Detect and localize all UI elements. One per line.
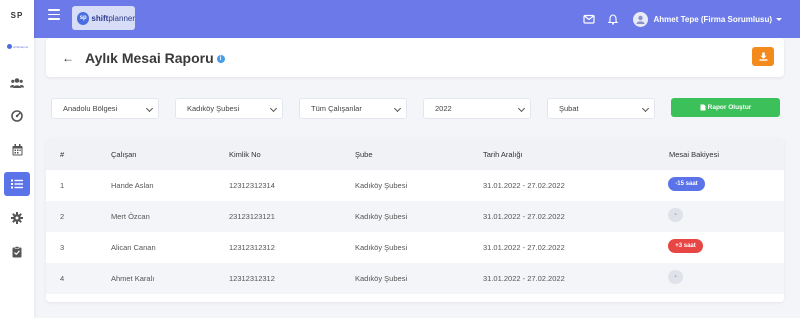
sidebar-item-users[interactable] bbox=[4, 71, 30, 95]
user-icon bbox=[636, 15, 645, 24]
chevron-down-icon[interactable] bbox=[776, 17, 782, 21]
user-name[interactable]: Ahmet Tepe (Firma Sorumlusu) bbox=[653, 15, 772, 24]
balance-badge: -15 saat bbox=[668, 177, 705, 191]
chevron-down-icon bbox=[145, 104, 154, 113]
chevron-down-icon bbox=[517, 104, 526, 113]
logo-text: shiftplanner bbox=[91, 13, 135, 23]
cell-id: 12312312312 bbox=[229, 243, 275, 252]
menu-toggle-icon[interactable] bbox=[48, 9, 60, 21]
cell-num: 1 bbox=[60, 181, 65, 190]
sidebar: SP shiftplanner bbox=[0, 0, 34, 318]
cell-employee: Ahmet Karalı bbox=[111, 274, 155, 283]
year-select[interactable]: 2022 bbox=[423, 98, 531, 119]
info-icon[interactable]: i bbox=[216, 55, 225, 64]
cell-employee: Mert Özcan bbox=[111, 212, 150, 221]
cell-branch: Kadıköy Şubesi bbox=[355, 243, 408, 252]
table-row[interactable]: 2 Mert Özcan 23123123121 Kadıköy Şubesi … bbox=[46, 201, 784, 232]
cell-date-range: 31.01.2022 - 27.02.2022 bbox=[483, 243, 565, 252]
table-row[interactable]: 1 Hande Aslan 12312312314 Kadıköy Şubesi… bbox=[46, 170, 784, 201]
table-row[interactable]: 3 Alican Canan 12312312312 Kadıköy Şubes… bbox=[46, 232, 784, 263]
sidebar-item-dashboard[interactable] bbox=[4, 104, 30, 128]
cell-branch: Kadıköy Şubesi bbox=[355, 212, 408, 221]
cell-id: 12312312314 bbox=[229, 181, 275, 190]
users-icon bbox=[10, 78, 24, 88]
top-header: sp shiftplanner Ahmet Tepe (Firma Soruml… bbox=[34, 0, 800, 38]
report-table: # Çalışan Kimlik No Şube Tarih Aralığı M… bbox=[46, 138, 784, 302]
filter-bar: Anadolu Bölgesi Kadıköy Şubesi Tüm Çalış… bbox=[46, 92, 784, 122]
cell-employee: Alican Canan bbox=[111, 243, 156, 252]
region-select[interactable]: Anadolu Bölgesi bbox=[51, 98, 159, 119]
cell-num: 3 bbox=[60, 243, 65, 252]
brand-text: shiftplanner bbox=[13, 44, 29, 49]
cell-branch: Kadıköy Şubesi bbox=[355, 181, 408, 190]
sidebar-item-settings[interactable] bbox=[4, 206, 30, 230]
cell-employee: Hande Aslan bbox=[111, 181, 154, 190]
cell-id: 12312312312 bbox=[229, 274, 275, 283]
month-select[interactable]: Şubat bbox=[547, 98, 655, 119]
sidebar-item-calendar[interactable] bbox=[4, 138, 30, 162]
col-header-date-range: Tarih Aralığı bbox=[483, 150, 523, 159]
avatar[interactable] bbox=[633, 11, 649, 27]
cell-num: 4 bbox=[60, 274, 65, 283]
file-icon bbox=[700, 104, 706, 111]
col-header-balance: Mesai Bakiyesi bbox=[669, 150, 720, 159]
chevron-down-icon bbox=[641, 104, 650, 113]
cell-date-range: 31.01.2022 - 27.02.2022 bbox=[483, 181, 565, 190]
create-report-button[interactable]: Rapor Oluştur bbox=[671, 98, 780, 117]
sidebar-logo[interactable]: SP bbox=[0, 11, 34, 20]
balance-badge: - bbox=[668, 208, 683, 222]
cell-date-range: 31.01.2022 - 27.02.2022 bbox=[483, 212, 565, 221]
page-title: Aylık Mesai Raporu i bbox=[85, 50, 225, 66]
balance-badge: - bbox=[668, 270, 683, 284]
chevron-down-icon bbox=[269, 104, 278, 113]
brand-dot-icon bbox=[7, 44, 12, 49]
employee-select[interactable]: Tüm Çalışanlar bbox=[299, 98, 407, 119]
page-header-card: ← Aylık Mesai Raporu i bbox=[46, 38, 784, 77]
download-icon bbox=[759, 52, 767, 61]
cell-branch: Kadıköy Şubesi bbox=[355, 274, 408, 283]
col-header-employee: Çalışan bbox=[111, 150, 137, 159]
chevron-down-icon bbox=[393, 104, 402, 113]
table-header: # Çalışan Kimlik No Şube Tarih Aralığı M… bbox=[46, 138, 784, 170]
settings-icon bbox=[11, 212, 23, 224]
clipboard-check-icon bbox=[12, 246, 22, 258]
col-header-id: Kimlik No bbox=[229, 150, 261, 159]
balance-badge: +3 saat bbox=[668, 239, 703, 253]
table-row[interactable]: 4 Ahmet Karalı 12312312312 Kadıköy Şubes… bbox=[46, 263, 784, 294]
sidebar-brand: shiftplanner bbox=[7, 44, 29, 49]
sidebar-item-tasks[interactable] bbox=[4, 240, 30, 264]
mail-icon[interactable] bbox=[583, 13, 596, 25]
back-arrow-icon[interactable]: ← bbox=[62, 51, 74, 65]
calendar-icon bbox=[12, 144, 22, 156]
cell-date-range: 31.01.2022 - 27.02.2022 bbox=[483, 274, 565, 283]
logo-initials: sp bbox=[77, 11, 90, 25]
sidebar-item-reports[interactable] bbox=[4, 172, 30, 196]
col-header-num: # bbox=[60, 150, 65, 159]
cell-id: 23123123121 bbox=[229, 212, 275, 221]
download-button[interactable] bbox=[752, 47, 774, 66]
col-header-branch: Şube bbox=[355, 150, 373, 159]
app-logo[interactable]: sp shiftplanner bbox=[72, 6, 135, 30]
bell-icon[interactable] bbox=[607, 13, 619, 25]
branch-select[interactable]: Kadıköy Şubesi bbox=[175, 98, 283, 119]
dashboard-icon bbox=[11, 110, 23, 122]
cell-num: 2 bbox=[60, 212, 65, 221]
list-icon bbox=[11, 179, 23, 189]
